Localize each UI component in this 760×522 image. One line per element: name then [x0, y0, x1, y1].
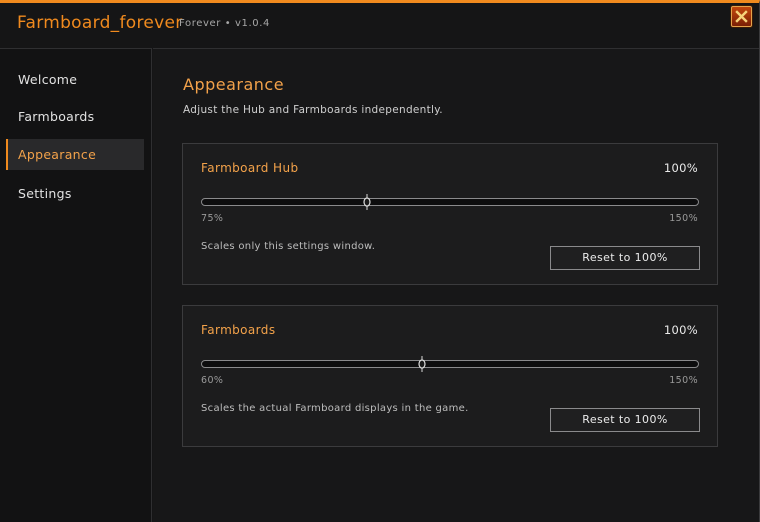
hub-scale-max: 150% — [669, 213, 698, 224]
farmboards-scale-note: Scales the actual Farmboard displays in … — [201, 403, 469, 414]
hub-scale-value: 100% — [663, 161, 698, 175]
sidebar-item-farmboards[interactable]: Farmboards — [6, 101, 144, 132]
farmboards-scale-min: 60% — [201, 375, 224, 386]
farmboards-scale-card: Farmboards 100% 60% 150% Scales the actu… — [182, 305, 718, 447]
sidebar-item-label: Appearance — [18, 147, 97, 162]
hub-scale-note: Scales only this settings window. — [201, 241, 376, 252]
hub-scale-min: 75% — [201, 213, 224, 224]
farmboards-reset-button[interactable]: Reset to 100% — [550, 408, 700, 432]
hub-reset-button[interactable]: Reset to 100% — [550, 246, 700, 270]
slider-thumb-icon[interactable] — [363, 194, 371, 210]
sidebar-item-welcome[interactable]: Welcome — [6, 64, 144, 95]
farmboards-scale-title: Farmboards — [201, 323, 276, 337]
hub-scale-slider[interactable] — [201, 194, 699, 210]
close-x-icon — [735, 10, 748, 23]
app-version: Forever • v1.0.4 — [179, 18, 270, 29]
hub-scale-title: Farmboard Hub — [201, 161, 299, 175]
close-button[interactable] — [731, 6, 752, 27]
page-title: Appearance — [183, 75, 285, 94]
sidebar-item-appearance[interactable]: Appearance — [6, 139, 144, 170]
farmboards-scale-value: 100% — [663, 323, 698, 337]
sidebar-item-settings[interactable]: Settings — [6, 178, 144, 209]
slider-thumb-icon[interactable] — [418, 356, 427, 372]
settings-window: Farmboard_forever Forever • v1.0.4 Welco… — [0, 0, 760, 522]
app-title: Farmboard_forever — [17, 13, 183, 33]
sidebar-item-label: Farmboards — [18, 109, 95, 124]
hub-scale-card: Farmboard Hub 100% 75% 150% Scales only … — [182, 143, 718, 285]
page-subtitle: Adjust the Hub and Farmboards independen… — [183, 104, 443, 116]
sidebar-item-label: Welcome — [18, 72, 78, 87]
window-header: Farmboard_forever Forever • v1.0.4 — [0, 3, 759, 48]
sidebar-item-label: Settings — [18, 186, 72, 201]
appearance-panel: Appearance Adjust the Hub and Farmboards… — [153, 48, 759, 522]
farmboards-scale-slider[interactable] — [201, 356, 699, 372]
sidebar-nav: Welcome Farmboards Appearance Settings — [0, 48, 152, 522]
farmboards-scale-max: 150% — [669, 375, 698, 386]
